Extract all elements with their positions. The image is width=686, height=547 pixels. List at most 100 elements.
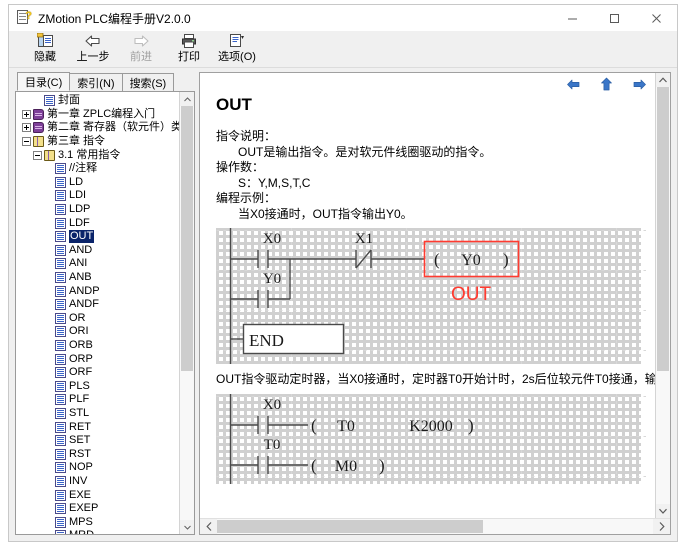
tree-item-label: 第二章 寄存器（软元件）类型 <box>47 121 179 134</box>
tree-item[interactable]: EXE <box>16 488 179 502</box>
toolbar-button-forward[interactable]: 前进 <box>117 31 165 65</box>
tree-item[interactable]: ANDF <box>16 298 179 312</box>
tree-item[interactable]: PLS <box>16 379 179 393</box>
tree-item[interactable]: MPS <box>16 515 179 529</box>
tree-item[interactable]: ANDP <box>16 284 179 298</box>
doc-scroll-up-button[interactable] <box>656 73 670 87</box>
tree-item-label: LDP <box>69 203 91 216</box>
tree-item[interactable]: ORP <box>16 352 179 366</box>
tree-item-label: LD <box>69 175 84 188</box>
tree-item[interactable]: ANI <box>16 257 179 271</box>
tree-item[interactable]: AND <box>16 244 179 258</box>
toolbar-button-back[interactable]: 上一步 <box>69 31 117 65</box>
contents-tree[interactable]: 封面 第一章 ZPLC编程入门 第二章 寄存器（软元件）类型 第三章 指令 3.1 常用… <box>16 92 179 534</box>
document-row: OUT 指令说明： OUT是输出指令。是对软元件线圈驱动的指令。 操作数： S：… <box>200 73 670 518</box>
book-icon <box>33 108 44 120</box>
tree-item[interactable]: 第一章 ZPLC编程入门 <box>16 108 179 122</box>
printer-icon <box>180 32 198 50</box>
tree-item[interactable]: NOP <box>16 461 179 475</box>
tree-item[interactable]: 3.1 常用指令 <box>16 148 179 162</box>
hide-panel-icon <box>36 32 54 50</box>
tree-scroll-up-button[interactable] <box>180 92 194 106</box>
page-icon <box>55 380 66 392</box>
minimize-button[interactable] <box>551 5 593 31</box>
window-controls <box>551 5 677 31</box>
tab-index[interactable]: 索引(N) <box>69 73 123 91</box>
tree-vertical-scrollbar[interactable] <box>179 92 194 534</box>
tree-item[interactable]: EXEP <box>16 502 179 516</box>
arrow-up-blue-icon[interactable] <box>599 77 614 92</box>
arrow-right-icon <box>132 32 150 50</box>
tree-item[interactable]: LDI <box>16 189 179 203</box>
arrow-left-blue-icon[interactable] <box>566 77 581 92</box>
tree-collapse-icon[interactable] <box>33 150 42 160</box>
tree-scroll-down-button[interactable] <box>180 520 194 534</box>
page-icon <box>55 285 66 297</box>
tree-item[interactable]: 第二章 寄存器（软元件）类型 <box>16 121 179 135</box>
tree-item[interactable]: SET <box>16 434 179 448</box>
tree-collapse-icon[interactable] <box>22 137 31 147</box>
tree-item[interactable]: LD <box>16 176 179 190</box>
tree-item-label: EXEP <box>69 502 99 515</box>
doc-scroll-thumb[interactable] <box>657 87 669 371</box>
tree-item[interactable]: ORF <box>16 366 179 380</box>
page-icon <box>55 421 66 433</box>
toolbar-button-print[interactable]: 打印 <box>165 31 213 65</box>
toolbar-button-options[interactable]: 选项(O) <box>213 31 261 65</box>
tree-item[interactable]: OR <box>16 312 179 326</box>
tree-item[interactable]: ANB <box>16 271 179 285</box>
tree-item[interactable]: ORB <box>16 339 179 353</box>
doc-scroll-left-button[interactable] <box>200 519 217 534</box>
tree-item-label: STL <box>69 406 90 419</box>
maximize-button[interactable] <box>593 5 635 31</box>
ladder2-coil-1: M0 <box>335 458 357 475</box>
toolbar-label-forward: 前进 <box>130 51 152 63</box>
doc-scroll-right-button[interactable] <box>653 519 670 534</box>
tree-item[interactable]: ORI <box>16 325 179 339</box>
tree-item[interactable]: //注释 <box>16 162 179 176</box>
toolbar-label-print: 打印 <box>178 51 200 63</box>
tree-item[interactable]: MRD <box>16 529 179 534</box>
tree-item[interactable]: INV <box>16 475 179 489</box>
tree-scroll-track[interactable] <box>180 106 194 520</box>
page-icon <box>55 530 66 534</box>
tree-item-label: MRD <box>69 529 94 534</box>
ladder1-contact-1: Y0 <box>263 271 281 287</box>
page-title: OUT <box>216 95 252 114</box>
tab-search[interactable]: 搜索(S) <box>121 73 175 91</box>
tree-item-label: ORB <box>69 338 93 351</box>
tree-expand-icon[interactable] <box>22 123 31 133</box>
page-icon <box>55 326 66 338</box>
tree-item-label: LDI <box>69 189 87 202</box>
document-horizontal-scrollbar[interactable] <box>200 518 670 534</box>
tree-item-label: ORF <box>69 366 93 379</box>
doc-hscroll-track[interactable] <box>217 519 653 534</box>
tree-item[interactable]: LDP <box>16 203 179 217</box>
ladder2-coil1-open: ( <box>311 456 317 475</box>
tree-item-label: SET <box>69 434 91 447</box>
tree-item[interactable]: 封面 <box>16 94 179 108</box>
toolbar-button-hide[interactable]: 隐藏 <box>21 31 69 65</box>
doc-hscroll-thumb[interactable] <box>217 520 483 533</box>
ladder1-coil: Y0 <box>461 252 481 269</box>
tree-item[interactable]: PLF <box>16 393 179 407</box>
tree-item[interactable]: LDF <box>16 216 179 230</box>
tree-item[interactable]: OUT <box>16 230 179 244</box>
tree-item[interactable]: 第三章 指令 <box>16 135 179 149</box>
page-icon <box>55 448 66 460</box>
tree-scroll-thumb[interactable] <box>181 106 193 371</box>
tab-contents[interactable]: 目录(C) <box>17 72 71 91</box>
tab-index-label: 索引(N) <box>77 77 115 90</box>
arrow-right-blue-icon[interactable] <box>632 77 647 92</box>
doc-scroll-down-button[interactable] <box>656 504 670 518</box>
document-vertical-scrollbar[interactable] <box>655 73 670 518</box>
tree-item[interactable]: RET <box>16 420 179 434</box>
timer-paragraph: OUT指令驱动定时器，当X0接通时，定时器T0开始计时，2s后位较元件T0接通，… <box>216 372 655 386</box>
tree-item[interactable]: STL <box>16 407 179 421</box>
doc-scroll-track[interactable] <box>656 87 670 504</box>
tree-expand-icon[interactable] <box>22 109 31 119</box>
ladder2-coil1-close: ) <box>379 456 385 475</box>
document-view[interactable]: OUT 指令说明： OUT是输出指令。是对软元件线圈驱动的指令。 操作数： S：… <box>200 73 655 518</box>
tree-item[interactable]: RST <box>16 447 179 461</box>
close-button[interactable] <box>635 5 677 31</box>
